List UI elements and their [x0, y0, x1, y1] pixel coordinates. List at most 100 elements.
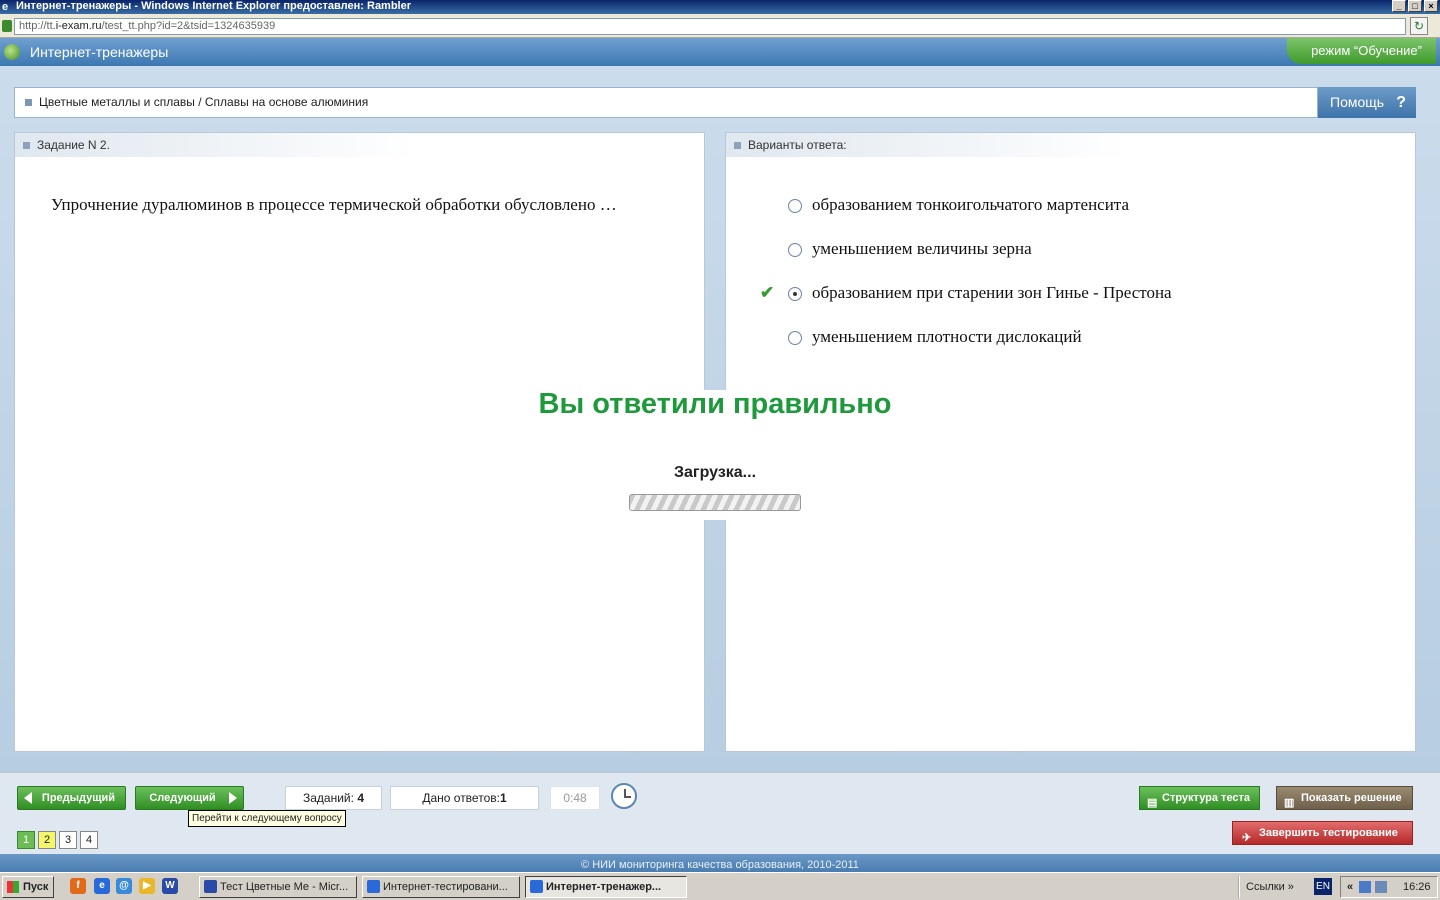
radio-button[interactable] [788, 199, 802, 213]
refresh-icon[interactable]: ↻ [1410, 17, 1428, 35]
help-button[interactable]: Помощь ? [1318, 87, 1416, 118]
tasks-count-box: Заданий: 4 [285, 786, 382, 810]
question-number-3[interactable]: 3 [59, 831, 77, 849]
question-number-1[interactable]: 1 [17, 831, 35, 849]
structure-label: Структура теста [1162, 792, 1251, 804]
volume-icon[interactable] [1375, 881, 1387, 893]
clock-time[interactable]: 16:26 [1403, 877, 1431, 897]
answered-count-box: Дано ответов:1 [390, 786, 539, 810]
url-field[interactable]: http://tt.i-exam.ru/test_tt.php?id=2&tsi… [14, 18, 1406, 35]
loading-label: Загрузка... [673, 464, 757, 481]
answers-panel: Варианты ответа: образованием тонкоиголь… [725, 132, 1416, 752]
list-icon: ▤ [1147, 797, 1158, 809]
links-label: Ссылки [1246, 881, 1285, 893]
arrow-right-icon [229, 792, 237, 804]
ie-window-icon [367, 880, 380, 893]
answer-option-1[interactable]: образованием тонкоигольчатого мартенсита [726, 195, 1416, 217]
app-logo [4, 44, 20, 60]
maximize-button[interactable]: □ [1408, 0, 1422, 12]
page-icon [2, 20, 12, 32]
app-title: Интернет-тренажеры [30, 44, 169, 60]
taskbar: Пуск f e @ ▶ W Тест Цветные Ме - Micr...… [0, 872, 1440, 900]
bullet-icon [734, 142, 741, 149]
question-mark-icon: ? [1396, 94, 1406, 111]
bullet-icon [25, 99, 32, 106]
radio-button[interactable] [788, 331, 802, 345]
taskbar-item-ie-test[interactable]: Интернет-тестировани... [362, 876, 520, 898]
url-prefix: http://tt. [19, 20, 56, 32]
answer-label: образованием при старении зон Гинье - Пр… [812, 283, 1172, 302]
answer-option-4[interactable]: уменьшением плотности дислокаций [726, 327, 1416, 349]
answers-panel-header: Варианты ответа: [726, 133, 1126, 157]
breadcrumb: Цветные металлы и сплавы / Сплавы на осн… [14, 87, 1318, 118]
prev-button[interactable]: Предыдущий [17, 786, 126, 810]
answer-label: уменьшением величины зерна [812, 239, 1032, 258]
next-button[interactable]: Следующий [135, 786, 244, 810]
task-label: Интернет-тестировани... [383, 881, 508, 893]
timer: 0:48 [550, 786, 600, 810]
window-controls: _ □ × [1392, 0, 1438, 12]
tasks-count: 4 [357, 791, 364, 805]
main-area: Цветные металлы и сплавы / Сплавы на осн… [0, 66, 1440, 772]
word-icon[interactable]: W [162, 878, 178, 894]
firefox-icon[interactable]: f [70, 878, 86, 894]
start-button[interactable]: Пуск [2, 876, 54, 898]
word-doc-icon [204, 880, 217, 893]
radio-button-selected[interactable] [788, 287, 802, 301]
question-text: Упрочнение дуралюминов в процессе термич… [51, 195, 617, 214]
ie-icon[interactable]: e [94, 878, 110, 894]
address-bar: http://tt.i-exam.ru/test_tt.php?id=2&tsi… [0, 14, 1440, 38]
copyright-text: © НИИ мониторинга качества образования, … [581, 859, 859, 871]
finish-label: Завершить тестирование [1259, 827, 1398, 839]
mode-badge: режим “Обучение” [1287, 38, 1436, 64]
footer: © НИИ мониторинга качества образования, … [0, 854, 1440, 872]
links-toolbar[interactable]: Ссылки » [1238, 876, 1294, 898]
ie-icon: e [2, 1, 9, 13]
next-label: Следующий [149, 792, 216, 804]
window-title: Интернет-тренажеры - Windows Internet Ex… [16, 0, 412, 12]
arrow-left-icon [24, 792, 32, 804]
minimize-button[interactable]: _ [1392, 0, 1406, 12]
system-tray: « 16:26 [1340, 876, 1438, 898]
clock-icon [611, 783, 637, 809]
network-icon[interactable] [1359, 881, 1371, 893]
close-button[interactable]: × [1424, 0, 1438, 12]
answered-count: 1 [499, 791, 507, 805]
bullet-icon [23, 142, 30, 149]
taskbar-item-ie-trainer[interactable]: Интернет-тренажер... [525, 876, 687, 898]
task-label: Интернет-тренажер... [546, 881, 662, 893]
window-title-bar: e Интернет-тренажеры - Windows Internet … [0, 0, 1440, 14]
prev-label: Предыдущий [41, 792, 116, 804]
url-path: /test_tt.php?id=2&tsid=1324635939 [101, 20, 276, 32]
test-structure-button[interactable]: ▤ Структура теста [1139, 786, 1260, 810]
answer-option-3[interactable]: ✔ образованием при старении зон Гинье - … [726, 283, 1416, 305]
result-message: Вы ответили правильно [538, 388, 892, 420]
solution-label: Показать решение [1301, 792, 1402, 804]
media-player-icon[interactable]: ▶ [139, 878, 155, 894]
language-indicator[interactable]: EN [1314, 878, 1332, 895]
windows-logo-icon [7, 881, 19, 893]
task-header: Задание N 2. [37, 138, 110, 152]
loading-progress-bar [629, 494, 801, 511]
taskbar-item-word[interactable]: Тест Цветные Ме - Micr... [199, 876, 357, 898]
url-domain: i-exam.ru [55, 20, 102, 32]
runner-icon: ✈ [1242, 832, 1252, 844]
app-header: Интернет-тренажеры режим “Обучение” [0, 38, 1440, 66]
answer-option-2[interactable]: уменьшением величины зерна [726, 239, 1416, 261]
start-label: Пуск [23, 881, 49, 893]
task-label: Тест Цветные Ме - Micr... [220, 881, 349, 893]
finish-test-button[interactable]: ✈ Завершить тестирование [1232, 821, 1413, 845]
task-panel-header: Задание N 2. [15, 133, 415, 157]
question-number-2[interactable]: 2 [38, 831, 56, 849]
expand-tray-icon[interactable]: « [1347, 877, 1353, 897]
radio-button[interactable] [788, 243, 802, 257]
help-label: Помощь [1330, 94, 1385, 110]
book-icon: ▥ [1284, 797, 1295, 809]
next-tooltip: Перейти к следующему вопросу [188, 810, 346, 827]
show-solution-button[interactable]: ▥ Показать решение [1276, 786, 1413, 810]
question-number-4[interactable]: 4 [80, 831, 98, 849]
answers-header: Варианты ответа: [748, 138, 847, 152]
outlook-icon[interactable]: @ [116, 878, 132, 894]
breadcrumb-text: Цветные металлы и сплавы / Сплавы на осн… [39, 95, 369, 109]
answered-label: Дано ответов: [422, 791, 500, 805]
